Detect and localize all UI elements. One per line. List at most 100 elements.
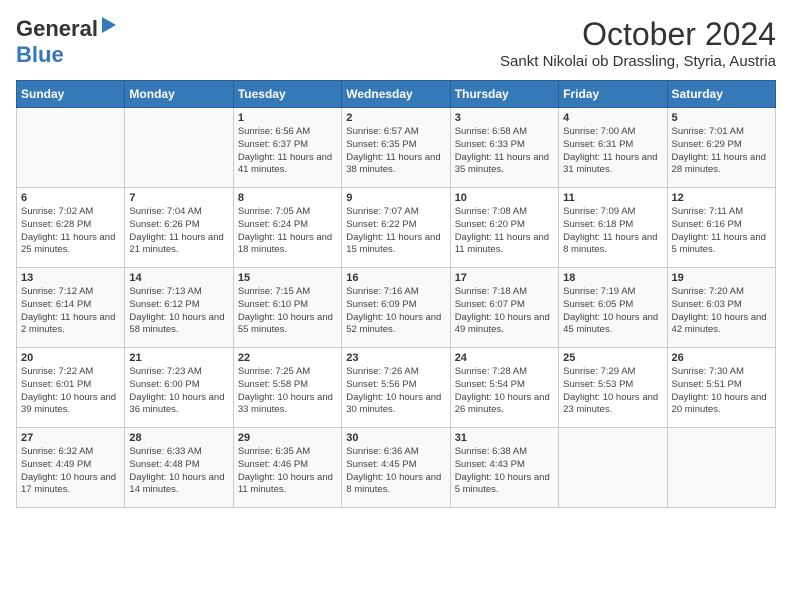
header-monday: Monday xyxy=(125,81,233,108)
day-info: Sunrise: 7:26 AM Sunset: 5:56 PM Dayligh… xyxy=(346,366,445,417)
day-number: 27 xyxy=(21,432,120,444)
table-row: 4 Sunrise: 7:00 AM Sunset: 6:31 PM Daylig… xyxy=(559,108,667,188)
day-header-row: Sunday Monday Tuesday Wednesday Thursday… xyxy=(17,81,776,108)
day-info: Sunrise: 6:58 AM Sunset: 6:33 PM Dayligh… xyxy=(455,126,554,177)
calendar-week-row: 27 Sunrise: 6:32 AM Sunset: 4:49 PM Dayli… xyxy=(17,428,776,508)
day-info: Sunrise: 7:12 AM Sunset: 6:14 PM Dayligh… xyxy=(21,286,120,337)
day-info: Sunrise: 7:04 AM Sunset: 6:26 PM Dayligh… xyxy=(129,206,228,257)
day-number: 29 xyxy=(238,432,337,444)
day-info: Sunrise: 6:33 AM Sunset: 4:48 PM Dayligh… xyxy=(129,446,228,497)
table-row: 31Sunrise: 6:38 AM Sunset: 4:43 PM Dayli… xyxy=(450,428,558,508)
day-info: Sunrise: 7:13 AM Sunset: 6:12 PM Dayligh… xyxy=(129,286,228,337)
table-row xyxy=(125,108,233,188)
logo-triangle-icon xyxy=(102,17,116,33)
day-number: 22 xyxy=(238,352,337,364)
day-number: 30 xyxy=(346,432,445,444)
day-number: 10 xyxy=(455,192,554,204)
day-info: Sunrise: 7:16 AM Sunset: 6:09 PM Dayligh… xyxy=(346,286,445,337)
day-number: 7 xyxy=(129,192,228,204)
day-info: Sunrise: 7:00 AM Sunset: 6:31 PM Dayligh… xyxy=(563,126,662,177)
table-row: 9 Sunrise: 7:07 AM Sunset: 6:22 PM Daylig… xyxy=(342,188,450,268)
calendar-week-row: 6 Sunrise: 7:02 AM Sunset: 6:28 PM Daylig… xyxy=(17,188,776,268)
table-row: 17 Sunrise: 7:18 AM Sunset: 6:07 PM Dayli… xyxy=(450,268,558,348)
table-row: 27 Sunrise: 6:32 AM Sunset: 4:49 PM Dayli… xyxy=(17,428,125,508)
day-info: Sunrise: 7:30 AM Sunset: 5:51 PM Dayligh… xyxy=(672,366,771,417)
day-info: Sunrise: 7:11 AM Sunset: 6:16 PM Dayligh… xyxy=(672,206,771,257)
day-number: 17 xyxy=(455,272,554,284)
day-info: Sunrise: 7:02 AM Sunset: 6:28 PM Dayligh… xyxy=(21,206,120,257)
table-row: 26 Sunrise: 7:30 AM Sunset: 5:51 PM Dayli… xyxy=(667,348,775,428)
header-friday: Friday xyxy=(559,81,667,108)
logo-blue-text: Blue xyxy=(16,42,64,68)
day-info: Sunrise: 7:18 AM Sunset: 6:07 PM Dayligh… xyxy=(455,286,554,337)
table-row: 25 Sunrise: 7:29 AM Sunset: 5:53 PM Dayli… xyxy=(559,348,667,428)
day-info: Sunrise: 7:28 AM Sunset: 5:54 PM Dayligh… xyxy=(455,366,554,417)
day-number: 4 xyxy=(563,112,662,124)
table-row: 18 Sunrise: 7:19 AM Sunset: 6:05 PM Dayli… xyxy=(559,268,667,348)
header-sunday: Sunday xyxy=(17,81,125,108)
day-number: 3 xyxy=(455,112,554,124)
header-thursday: Thursday xyxy=(450,81,558,108)
day-info: Sunrise: 7:29 AM Sunset: 5:53 PM Dayligh… xyxy=(563,366,662,417)
day-number: 16 xyxy=(346,272,445,284)
day-info: Sunrise: 7:08 AM Sunset: 6:20 PM Dayligh… xyxy=(455,206,554,257)
day-number: 12 xyxy=(672,192,771,204)
logo-general-text: General xyxy=(16,16,98,42)
table-row xyxy=(559,428,667,508)
day-number: 1 xyxy=(238,112,337,124)
day-info: Sunrise: 6:36 AM Sunset: 4:45 PM Dayligh… xyxy=(346,446,445,497)
table-row: 19 Sunrise: 7:20 AM Sunset: 6:03 PM Dayli… xyxy=(667,268,775,348)
day-number: 19 xyxy=(672,272,771,284)
calendar-week-row: 1 Sunrise: 6:56 AM Sunset: 6:37 PM Daylig… xyxy=(17,108,776,188)
table-row: 7 Sunrise: 7:04 AM Sunset: 6:26 PM Daylig… xyxy=(125,188,233,268)
table-row: 3 Sunrise: 6:58 AM Sunset: 6:33 PM Daylig… xyxy=(450,108,558,188)
logo: General Blue xyxy=(16,16,116,68)
day-info: Sunrise: 7:19 AM Sunset: 6:05 PM Dayligh… xyxy=(563,286,662,337)
day-info: Sunrise: 7:25 AM Sunset: 5:58 PM Dayligh… xyxy=(238,366,337,417)
table-row: 2 Sunrise: 6:57 AM Sunset: 6:35 PM Daylig… xyxy=(342,108,450,188)
table-row: 21 Sunrise: 7:23 AM Sunset: 6:00 PM Dayli… xyxy=(125,348,233,428)
day-number: 20 xyxy=(21,352,120,364)
day-info: Sunrise: 7:15 AM Sunset: 6:10 PM Dayligh… xyxy=(238,286,337,337)
table-row xyxy=(667,428,775,508)
calendar-week-row: 13 Sunrise: 7:12 AM Sunset: 6:14 PM Dayli… xyxy=(17,268,776,348)
day-number: 5 xyxy=(672,112,771,124)
table-row: 12 Sunrise: 7:11 AM Sunset: 6:16 PM Dayli… xyxy=(667,188,775,268)
day-number: 8 xyxy=(238,192,337,204)
day-number: 11 xyxy=(563,192,662,204)
day-number: 9 xyxy=(346,192,445,204)
day-number: 6 xyxy=(21,192,120,204)
day-number: 13 xyxy=(21,272,120,284)
day-number: 25 xyxy=(563,352,662,364)
day-info: Sunrise: 6:57 AM Sunset: 6:35 PM Dayligh… xyxy=(346,126,445,177)
day-number: 2 xyxy=(346,112,445,124)
calendar-subtitle: Sankt Nikolai ob Drassling, Styria, Aust… xyxy=(500,53,776,70)
table-row: 6 Sunrise: 7:02 AM Sunset: 6:28 PM Daylig… xyxy=(17,188,125,268)
day-info: Sunrise: 7:23 AM Sunset: 6:00 PM Dayligh… xyxy=(129,366,228,417)
header-tuesday: Tuesday xyxy=(233,81,341,108)
calendar-title: October 2024 xyxy=(500,16,776,53)
day-number: 26 xyxy=(672,352,771,364)
table-row: 14 Sunrise: 7:13 AM Sunset: 6:12 PM Dayli… xyxy=(125,268,233,348)
table-row xyxy=(17,108,125,188)
day-info: Sunrise: 6:56 AM Sunset: 6:37 PM Dayligh… xyxy=(238,126,337,177)
day-info: Sunrise: 6:32 AM Sunset: 4:49 PM Dayligh… xyxy=(21,446,120,497)
title-block: October 2024 Sankt Nikolai ob Drassling,… xyxy=(500,16,776,70)
day-info: Sunrise: 6:38 AM Sunset: 4:43 PM Dayligh… xyxy=(455,446,554,497)
day-number: 14 xyxy=(129,272,228,284)
table-row: 29Sunrise: 6:35 AM Sunset: 4:46 PM Dayli… xyxy=(233,428,341,508)
day-number: 23 xyxy=(346,352,445,364)
day-info: Sunrise: 7:20 AM Sunset: 6:03 PM Dayligh… xyxy=(672,286,771,337)
table-row: 23 Sunrise: 7:26 AM Sunset: 5:56 PM Dayli… xyxy=(342,348,450,428)
day-info: Sunrise: 7:07 AM Sunset: 6:22 PM Dayligh… xyxy=(346,206,445,257)
table-row: 30 Sunrise: 6:36 AM Sunset: 4:45 PM Dayli… xyxy=(342,428,450,508)
table-row: 28Sunrise: 6:33 AM Sunset: 4:48 PM Dayli… xyxy=(125,428,233,508)
table-row: 11Sunrise: 7:09 AM Sunset: 6:18 PM Dayli… xyxy=(559,188,667,268)
day-number: 18 xyxy=(563,272,662,284)
day-info: Sunrise: 7:01 AM Sunset: 6:29 PM Dayligh… xyxy=(672,126,771,177)
day-number: 21 xyxy=(129,352,228,364)
day-number: 24 xyxy=(455,352,554,364)
calendar-table: Sunday Monday Tuesday Wednesday Thursday… xyxy=(16,80,776,508)
table-row: 5 Sunrise: 7:01 AM Sunset: 6:29 PM Daylig… xyxy=(667,108,775,188)
calendar-week-row: 20Sunrise: 7:22 AM Sunset: 6:01 PM Dayli… xyxy=(17,348,776,428)
